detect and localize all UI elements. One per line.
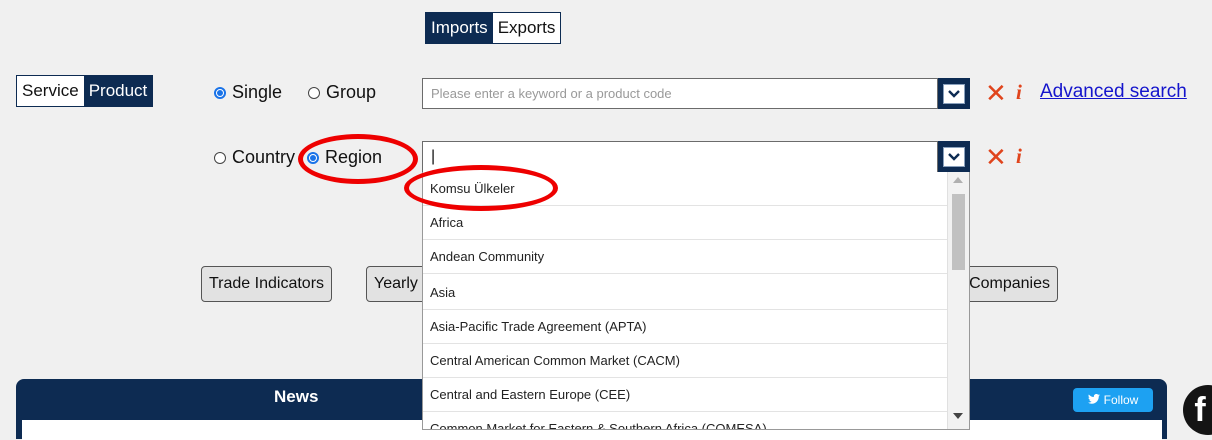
scroll-thumb[interactable]	[952, 194, 965, 270]
exports-tab[interactable]: Exports	[493, 13, 561, 43]
single-label: Single	[232, 82, 283, 102]
group-label: Group	[326, 82, 377, 102]
region-label: Region	[325, 147, 383, 167]
single-radio[interactable]: Single	[214, 82, 282, 103]
group-radio[interactable]: Group	[308, 82, 376, 103]
product-search-input[interactable]: Please enter a keyword or a product code	[422, 78, 938, 109]
info-icon[interactable]: i	[1016, 145, 1022, 167]
scroll-down-icon[interactable]	[953, 413, 963, 419]
country-radio[interactable]: Country	[214, 147, 295, 168]
follow-label: Follow	[1103, 393, 1139, 407]
companies-label: Companies	[969, 275, 1050, 292]
region-input-value: |	[431, 148, 436, 165]
region-dropdown-button[interactable]	[938, 141, 970, 173]
product-tab[interactable]: Product	[83, 76, 153, 106]
twitter-icon	[1087, 393, 1100, 407]
scroll-up-icon[interactable]	[953, 177, 963, 183]
product-search-placeholder: Please enter a keyword or a product code	[431, 86, 672, 101]
region-search-input[interactable]: |	[422, 141, 938, 173]
trade-flow-toggle: Imports Exports	[425, 12, 562, 44]
facebook-icon[interactable]: f	[1183, 385, 1212, 435]
chevron-down-icon	[943, 147, 965, 167]
region-option[interactable]: Central and Eastern Europe (CEE)	[423, 378, 947, 412]
trade-indicators-button[interactable]: Trade Indicators	[201, 266, 333, 302]
country-label: Country	[232, 147, 296, 167]
chevron-down-icon	[943, 83, 965, 104]
region-option[interactable]: Andean Community	[423, 240, 947, 274]
region-radio-dot[interactable]	[307, 151, 319, 164]
product-search-dropdown-button[interactable]	[938, 78, 970, 109]
single-radio-dot[interactable]	[214, 86, 226, 99]
imports-tab[interactable]: Imports	[426, 13, 493, 43]
close-icon[interactable]: ✕	[985, 144, 1007, 170]
region-dropdown-list: Komsu Ülkeler Africa Andean Community As…	[422, 172, 970, 430]
service-product-toggle: Service Product	[16, 75, 154, 107]
twitter-follow-button[interactable]: Follow	[1073, 388, 1153, 412]
region-option[interactable]: Central American Common Market (CACM)	[423, 344, 947, 378]
region-option[interactable]: Asia-Pacific Trade Agreement (APTA)	[423, 310, 947, 344]
group-radio-dot[interactable]	[308, 86, 320, 99]
service-tab[interactable]: Service	[17, 76, 84, 106]
region-option[interactable]: Komsu Ülkeler	[423, 172, 947, 206]
info-icon[interactable]: i	[1016, 81, 1022, 103]
region-option[interactable]: Common Market for Eastern & Southern Afr…	[423, 412, 947, 429]
region-option[interactable]: Africa	[423, 206, 947, 240]
dropdown-scrollbar[interactable]	[947, 172, 969, 429]
country-radio-dot[interactable]	[214, 151, 226, 164]
region-radio[interactable]: Region	[307, 147, 382, 168]
advanced-search-link[interactable]: Advanced search	[1040, 80, 1187, 104]
region-option[interactable]: Asia	[423, 276, 947, 310]
close-icon[interactable]: ✕	[985, 80, 1007, 106]
news-title: News	[274, 387, 319, 406]
